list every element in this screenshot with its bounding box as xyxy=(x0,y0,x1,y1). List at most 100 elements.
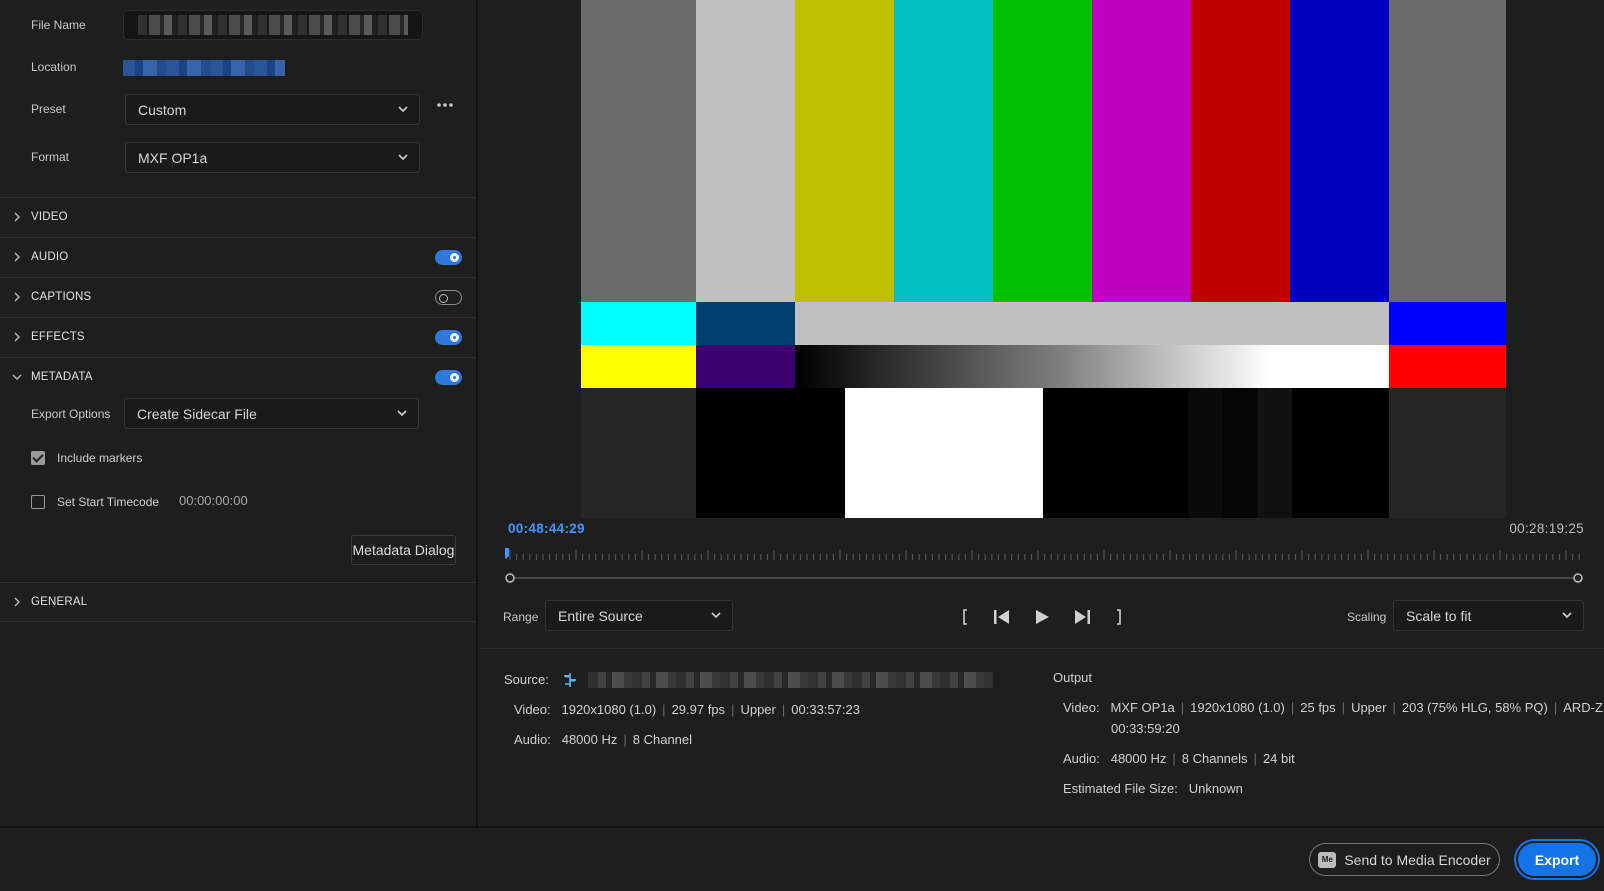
format-value: MXF OP1a xyxy=(138,149,208,166)
preset-value: Custom xyxy=(138,101,187,118)
location-link[interactable] xyxy=(123,60,285,76)
bar-ramp xyxy=(795,345,1389,388)
set-out-point-icon[interactable] xyxy=(1107,607,1129,627)
section-title: CAPTIONS xyxy=(31,291,92,303)
bar-dark-left xyxy=(581,388,696,518)
bar-pluge xyxy=(1043,388,1389,518)
format-label: Format xyxy=(31,150,70,164)
preview-panel: 00:48:44:29 00:28:19:25 Range Entire Sou… xyxy=(480,0,1604,826)
output-video-duration: 00:33:59:20 xyxy=(1111,721,1180,736)
include-markers-label: Include markers xyxy=(57,451,143,465)
timeline-scrubber[interactable] xyxy=(505,548,1585,584)
chevron-down-icon xyxy=(398,154,408,161)
scaling-label: Scaling xyxy=(1347,610,1387,624)
section-audio[interactable]: AUDIO xyxy=(0,237,476,277)
video-preview xyxy=(581,0,1506,518)
set-start-timecode-checkbox[interactable] xyxy=(31,495,45,509)
bar-red xyxy=(1191,0,1290,302)
location-label: Location xyxy=(31,60,77,74)
step-back-icon[interactable] xyxy=(991,607,1013,627)
format-dropdown[interactable]: MXF OP1a xyxy=(125,142,420,173)
out-point-handle xyxy=(1573,573,1583,583)
bar-blue-full xyxy=(1389,302,1506,345)
start-timecode-field[interactable]: 00:00:00:00 xyxy=(179,493,248,508)
range-dropdown[interactable]: Entire Source xyxy=(545,600,733,631)
section-title[interactable]: METADATA xyxy=(31,371,93,383)
source-output-info: Source: Video: 1920x1080 (1.0) | 29.97 fps… xyxy=(480,648,1604,826)
file-name-input[interactable] xyxy=(123,10,423,40)
bar-yellow-full xyxy=(581,345,696,388)
section-captions[interactable]: CAPTIONS xyxy=(0,277,476,317)
bar-red-full xyxy=(1389,345,1506,388)
bar-black xyxy=(696,388,845,518)
effects-toggle[interactable] xyxy=(435,330,462,345)
chevron-right-icon xyxy=(14,292,20,302)
bar-dark-right xyxy=(1389,388,1506,518)
source-label: Source: xyxy=(504,672,549,687)
source-name-redacted xyxy=(588,672,993,688)
bar-green xyxy=(993,0,1092,302)
section-title: AUDIO xyxy=(31,251,69,263)
duration-timecode: 00:28:19:25 xyxy=(1509,521,1584,536)
section-title: VIDEO xyxy=(31,211,68,223)
output-audio-info: Audio: 48000 Hz | 8 Channels | 24 bit xyxy=(1063,751,1295,766)
chevron-down-icon xyxy=(398,106,408,113)
audio-toggle[interactable] xyxy=(435,250,462,265)
file-name-redacted xyxy=(138,15,408,35)
chevron-down-icon xyxy=(397,410,407,417)
file-name-label: File Name xyxy=(31,18,86,32)
chevron-right-icon xyxy=(14,252,20,262)
bar-yellow xyxy=(795,0,894,302)
chevron-down-icon[interactable] xyxy=(12,372,22,382)
export-button[interactable]: Export xyxy=(1518,843,1596,876)
current-timecode[interactable]: 00:48:44:29 xyxy=(508,521,585,536)
play-icon[interactable] xyxy=(1031,607,1053,627)
set-in-point-icon[interactable] xyxy=(955,607,977,627)
source-audio-info: Audio: 48000 Hz | 8 Channel xyxy=(514,732,693,747)
section-general[interactable]: GENERAL xyxy=(0,582,476,622)
chevron-down-icon xyxy=(1562,612,1572,619)
bar-light-gray xyxy=(795,302,1389,345)
scaling-dropdown[interactable]: Scale to fit xyxy=(1393,600,1584,631)
bar-cyan xyxy=(894,0,993,302)
footer-bar: Me Send to Media Encoder Export xyxy=(0,826,1604,891)
chevron-right-icon xyxy=(14,212,20,222)
captions-toggle[interactable] xyxy=(435,290,462,305)
bar-purple xyxy=(696,345,795,388)
preset-dropdown[interactable]: Custom xyxy=(125,94,420,125)
media-encoder-icon: Me xyxy=(1318,851,1337,868)
range-label: Range xyxy=(503,610,539,624)
section-video[interactable]: VIDEO xyxy=(0,197,476,237)
send-to-media-encoder-button[interactable]: Me Send to Media Encoder xyxy=(1309,843,1500,876)
bar-cyan-full xyxy=(581,302,696,345)
metadata-toggle[interactable] xyxy=(435,370,462,385)
section-title: GENERAL xyxy=(31,596,88,608)
metadata-dialog-button[interactable]: Metadata Dialog xyxy=(351,535,456,565)
bar-white xyxy=(696,0,795,302)
divider xyxy=(0,621,476,622)
set-start-timecode-label: Set Start Timecode xyxy=(57,495,160,509)
section-effects[interactable]: EFFECTS xyxy=(0,317,476,357)
chevron-right-icon xyxy=(14,597,20,607)
export-settings-panel: File Name Location Preset Custom Format … xyxy=(0,0,478,826)
in-point-handle xyxy=(505,573,515,583)
step-forward-icon[interactable] xyxy=(1071,607,1093,627)
source-video-info: Video: 1920x1080 (1.0) | 29.97 fps | Upper | 0… xyxy=(514,702,860,717)
include-markers-checkbox[interactable] xyxy=(31,451,45,465)
bar-magenta xyxy=(1092,0,1191,302)
output-video-info: Video: MXF OP1a | 1920x1080 (1.0) | 25 fps | U… xyxy=(1063,700,1604,715)
bar-blue xyxy=(1290,0,1389,302)
more-options-icon[interactable] xyxy=(436,99,456,113)
export-options-label: Export Options xyxy=(31,407,111,421)
bar-gray xyxy=(581,0,696,302)
output-label: Output xyxy=(1053,670,1093,685)
chevron-down-icon xyxy=(711,612,721,619)
bar-navy xyxy=(696,302,795,345)
preset-label: Preset xyxy=(31,102,66,116)
export-options-dropdown[interactable]: Create Sidecar File xyxy=(124,398,419,429)
section-title: EFFECTS xyxy=(31,331,85,343)
bar-100-white xyxy=(845,388,1043,518)
range-value: Entire Source xyxy=(558,607,643,624)
sequence-icon xyxy=(564,673,576,687)
chevron-right-icon xyxy=(14,332,20,342)
